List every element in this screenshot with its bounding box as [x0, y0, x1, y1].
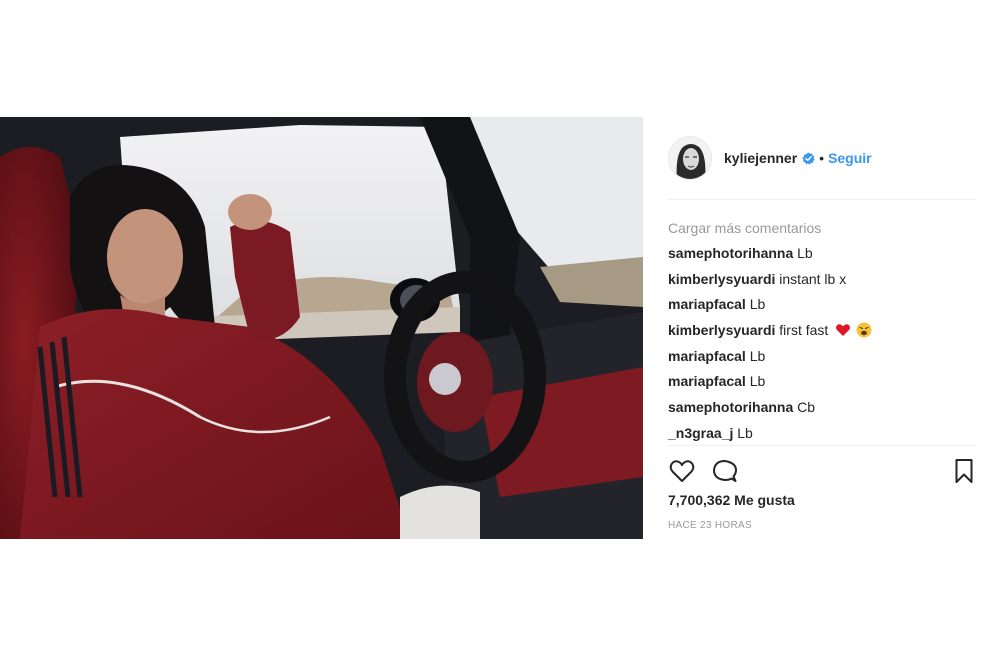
comment-text: instant lb x	[779, 270, 847, 287]
separator-dot: •	[819, 150, 825, 166]
comment-text: Lb	[749, 347, 766, 364]
verified-badge-icon	[802, 151, 815, 165]
comment-item: mariapfacal Lb	[668, 292, 976, 318]
comment-username[interactable]: samephotorihanna	[668, 245, 793, 261]
avatar[interactable]	[668, 136, 712, 180]
username[interactable]: kyliejenner	[724, 150, 797, 166]
save-button[interactable]	[950, 457, 978, 485]
comment-username[interactable]: kimberlysyuardi	[668, 322, 775, 338]
comment-username[interactable]: mariapfacal	[668, 348, 746, 364]
action-bar	[668, 457, 976, 485]
comment-text: Lb	[797, 245, 813, 261]
comment-text: Lb	[737, 424, 753, 441]
comment-username[interactable]: mariapfacal	[668, 296, 746, 312]
comment-item: _n3graa_j Lb	[668, 421, 976, 447]
comments-list: Cargar más comentarios samephotorihanna …	[668, 215, 976, 447]
bookmark-icon	[955, 459, 973, 483]
speech-bubble-icon	[713, 460, 737, 482]
actions-divider	[668, 445, 976, 446]
comment-item: kimberlysyuardi first fast	[668, 318, 976, 344]
header-divider	[668, 199, 976, 200]
comment-item: mariapfacal Lb	[668, 369, 976, 395]
comment-text: Lb	[749, 373, 766, 390]
red-heart-icon	[836, 324, 851, 337]
comment-item: mariapfacal Lb	[668, 344, 976, 370]
comment-item: samephotorihanna Cb	[668, 395, 976, 421]
comment-item: samephotorihanna Lb	[668, 241, 976, 267]
load-more-comments-link[interactable]: Cargar más comentarios	[668, 215, 976, 241]
post-timestamp[interactable]: HACE 23 HORAS	[668, 520, 752, 531]
like-button[interactable]	[668, 457, 696, 485]
weary-face-icon	[856, 322, 872, 338]
follow-button[interactable]: Seguir	[828, 150, 872, 166]
comment-username[interactable]: samephotorihanna	[668, 399, 793, 415]
comment-text: Lb	[749, 296, 766, 313]
post-header: kyliejenner • Seguir	[668, 135, 976, 181]
comment-button[interactable]	[711, 457, 739, 485]
comment-text: first fast	[779, 322, 829, 339]
comment-username[interactable]: kimberlysyuardi	[668, 271, 775, 287]
heart-outline-icon	[669, 460, 695, 482]
post-photo[interactable]	[0, 117, 643, 539]
comment-text: Cb	[797, 399, 816, 416]
like-count[interactable]: 7,700,362 Me gusta	[668, 492, 795, 508]
post-side-panel: kyliejenner • Seguir Cargar más comentar…	[643, 117, 984, 539]
comment-username[interactable]: mariapfacal	[668, 373, 746, 389]
comment-username[interactable]: _n3graa_j	[668, 425, 733, 441]
comment-item: kimberlysyuardi instant lb x	[668, 267, 976, 293]
